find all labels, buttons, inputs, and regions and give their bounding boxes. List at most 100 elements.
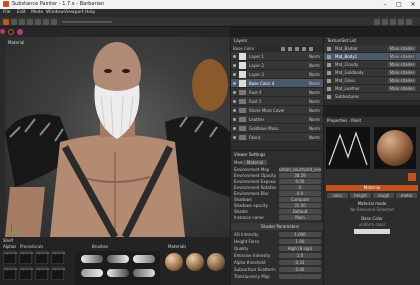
material-sphere[interactable]: [207, 253, 225, 271]
layer-row[interactable]: Stone Moss Cover Norm: [231, 106, 323, 115]
setting-value[interactable]: 38.59: [279, 173, 321, 178]
layer-blend[interactable]: Norm: [309, 90, 320, 95]
setting-value[interactable]: 0: [279, 185, 321, 190]
layer-blend[interactable]: Norm: [309, 54, 320, 59]
alpha-thumbnail[interactable]: Alpha Dirt 06: [19, 267, 33, 280]
setting-value[interactable]: 0.00: [279, 179, 321, 184]
layer-row[interactable]: Goldblue Moss Norm: [231, 124, 323, 133]
shader-select[interactable]: Main shader: [388, 46, 416, 51]
smudge-icon[interactable]: [35, 19, 41, 25]
size-slider[interactable]: [62, 21, 112, 23]
visibility-eye-icon[interactable]: [233, 136, 236, 139]
visibility-eye-icon[interactable]: [233, 91, 236, 94]
render-icon[interactable]: [382, 19, 388, 25]
visibility-eye-icon[interactable]: [233, 109, 236, 112]
minimize-button[interactable]: –: [378, 0, 392, 9]
menu-file[interactable]: File: [3, 10, 11, 15]
camera-icon[interactable]: [374, 19, 380, 25]
brush-stroke-thumbnail[interactable]: [133, 269, 155, 277]
viewport-channel-icon[interactable]: [17, 29, 23, 35]
brush-stroke-thumbnail[interactable]: [81, 255, 103, 263]
mode-select[interactable]: Material: [243, 160, 267, 165]
shader-select[interactable]: Main shader: [388, 70, 416, 75]
clone-icon[interactable]: [43, 19, 49, 25]
layer-blend[interactable]: Norm: [309, 99, 320, 104]
checkbox-icon[interactable]: [327, 87, 331, 91]
add-mask-icon[interactable]: [295, 47, 299, 51]
param-value[interactable]: 1.0: [279, 253, 321, 258]
alpha-thumbnail[interactable]: Alpha Dirt 05: [3, 267, 17, 280]
add-folder-icon[interactable]: [302, 47, 306, 51]
layer-row[interactable]: Layer 1 Norm: [231, 52, 323, 61]
visibility-eye-icon[interactable]: [233, 118, 236, 121]
material-sphere[interactable]: [165, 253, 183, 271]
add-layer-icon[interactable]: [281, 47, 285, 51]
setting-value[interactable]: Default: [279, 209, 321, 214]
viewport-mode-icon[interactable]: [8, 29, 14, 35]
visibility-eye-icon[interactable]: [233, 82, 236, 85]
picker-icon[interactable]: [51, 19, 57, 25]
delete-layer-icon[interactable]: [309, 47, 313, 51]
menu-viewport[interactable]: Viewport: [64, 10, 84, 15]
layout-icon[interactable]: [406, 19, 412, 25]
eraser-icon[interactable]: [11, 19, 17, 25]
visibility-eye-icon[interactable]: [233, 64, 236, 67]
checkbox-icon[interactable]: [327, 55, 331, 59]
shader-select[interactable]: Main shader: [388, 78, 416, 83]
layer-row[interactable]: Rust 4 Norm: [231, 88, 323, 97]
paint-brush-icon[interactable]: [3, 19, 9, 25]
layer-row[interactable]: Leather Norm: [231, 115, 323, 124]
texture-set-row[interactable]: Mat_Cloudy Main shader: [324, 61, 420, 69]
checkbox-icon[interactable]: [327, 79, 331, 83]
brush-stroke-thumbnail[interactable]: [107, 269, 129, 277]
shelf-tab-brushes[interactable]: Brushes: [92, 244, 108, 249]
add-fill-icon[interactable]: [288, 47, 292, 51]
layer-row[interactable]: Layer 2 Norm: [231, 61, 323, 70]
channel-rough-button[interactable]: rough: [373, 193, 394, 198]
channel-metal-button[interactable]: metal: [396, 193, 417, 198]
texture-set-row[interactable]: Subtextures: [324, 93, 420, 101]
shader-select[interactable]: Main shader: [388, 86, 416, 91]
shelf-tab-alphas[interactable]: Alphas: [3, 244, 16, 249]
channel-color-button[interactable]: color: [327, 193, 348, 198]
setting-value[interactable]: urban_courtyard_env: [279, 167, 321, 172]
layer-blend[interactable]: Norm: [309, 135, 320, 140]
layer-row[interactable]: Rust 5 Norm: [231, 97, 323, 106]
texture-set-row[interactable]: Mat_Goldbody Main shader: [324, 69, 420, 77]
alpha-thumbnail[interactable]: Alpha Dirt 03: [35, 251, 49, 264]
shelf-tab-materials[interactable]: Materials: [168, 244, 186, 249]
visibility-eye-icon[interactable]: [233, 73, 236, 76]
projection-icon[interactable]: [19, 19, 25, 25]
brush-stroke-thumbnail[interactable]: [81, 269, 103, 277]
checkbox-icon[interactable]: [327, 71, 331, 75]
brush-stroke-thumbnail[interactable]: [133, 255, 155, 263]
settings-icon[interactable]: [398, 19, 404, 25]
layer-blend[interactable]: Norm: [309, 72, 320, 77]
maximize-button[interactable]: □: [392, 0, 406, 9]
param-value[interactable]: High (8 spp): [279, 246, 321, 251]
checkbox-icon[interactable]: [327, 95, 331, 99]
alpha-thumbnail[interactable]: Alpha Dirt 07: [35, 267, 49, 280]
close-button[interactable]: ✕: [406, 0, 420, 9]
setting-value[interactable]: 35.00: [279, 203, 321, 208]
layer-row-selected[interactable]: Base Color 4 Norm: [231, 79, 323, 88]
layer-row[interactable]: Layer 3 Norm: [231, 70, 323, 79]
layer-blend[interactable]: Norm: [309, 126, 320, 131]
layer-blend[interactable]: Norm: [309, 81, 320, 86]
setting-value[interactable]: 0.0: [279, 191, 321, 196]
checkbox-icon[interactable]: [327, 47, 331, 51]
visibility-eye-icon[interactable]: [233, 127, 236, 130]
brush-stroke-thumbnail[interactable]: [107, 255, 129, 263]
material-sphere[interactable]: [186, 253, 204, 271]
shader-select[interactable]: Main shader: [388, 62, 416, 67]
menu-mode[interactable]: Mode: [31, 10, 43, 15]
param-value[interactable]: ...: [279, 274, 321, 279]
properties-side-button[interactable]: [408, 173, 416, 181]
layer-blend[interactable]: Norm: [309, 117, 320, 122]
screenshot-icon[interactable]: [390, 19, 396, 25]
texture-set-row[interactable]: Mat_Leather Main shader: [324, 85, 420, 93]
geometry-fill-icon[interactable]: [27, 19, 33, 25]
setting-value[interactable]: Main: [279, 215, 321, 220]
param-value[interactable]: 0.33: [279, 260, 321, 265]
base-color-swatch[interactable]: [354, 229, 390, 234]
